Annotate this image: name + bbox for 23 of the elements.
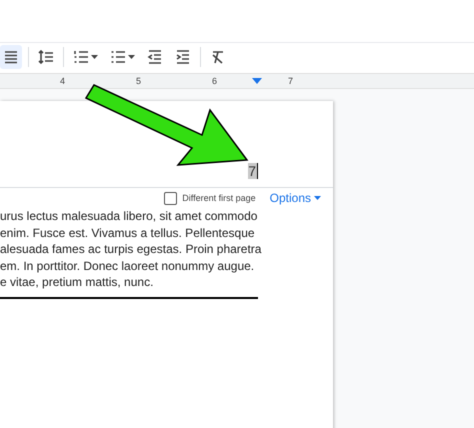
checkbox-label: Different first page (182, 193, 256, 203)
ruler-number: 7 (288, 75, 294, 88)
line-spacing-icon (38, 49, 54, 65)
ruler-number: 5 (136, 75, 142, 88)
body-text-line: em. In porttitor. Donec laoreet nonummy augue. (0, 258, 256, 274)
indent-marker-icon[interactable] (252, 78, 262, 84)
indent-increase-icon (175, 49, 191, 65)
header-text: 7 (248, 163, 258, 179)
body-text-line: enim. Fusce est. Vivamus a tellus. Pellentesque (0, 224, 256, 241)
options-button[interactable]: Options (270, 191, 321, 205)
clear-formatting-icon (210, 49, 226, 65)
ruler-number: 4 (60, 75, 66, 88)
toolbar-button[interactable] (0, 45, 22, 69)
caret-icon (314, 196, 321, 200)
align-justify-icon (3, 49, 19, 65)
bulleted-list-icon (110, 49, 126, 65)
body-text-line: urus lectus malesuada libero, sit amet commodo (0, 208, 258, 224)
body-text-line: alesuada fames ac turpis egestas. Proin pharetra (0, 241, 262, 258)
indent-decrease-icon (147, 49, 163, 65)
checkbox[interactable] (164, 192, 178, 204)
numbered-list-icon (73, 49, 89, 65)
ruler-number: 6 (212, 75, 218, 88)
body-text-line: e vitae, pretium mattis, nunc. (0, 274, 154, 290)
